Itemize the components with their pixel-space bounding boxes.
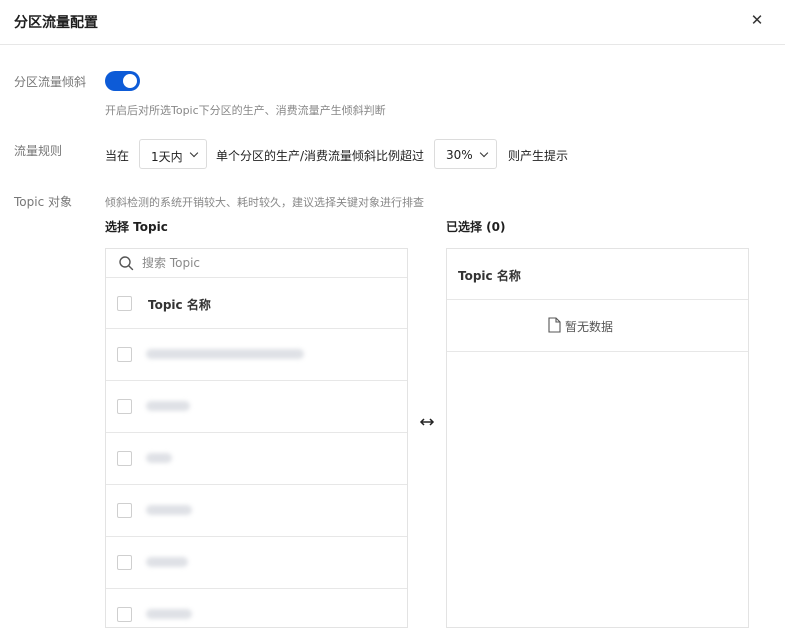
row-checkbox[interactable] xyxy=(117,503,132,518)
skew-hint: 开启后对所选Topic下分区的生产、消费流量产生倾斜判断 xyxy=(105,104,386,117)
file-icon xyxy=(548,317,561,333)
search-row xyxy=(106,249,407,278)
close-icon: ✕ xyxy=(750,11,764,29)
table-row[interactable] xyxy=(106,485,407,537)
blurred-topic-name xyxy=(146,453,172,463)
row-checkbox[interactable] xyxy=(117,451,132,466)
blurred-topic-name xyxy=(146,401,190,411)
search-icon xyxy=(119,256,134,271)
blurred-topic-name xyxy=(146,349,304,359)
blurred-topic-name xyxy=(146,609,192,619)
blurred-topic-name xyxy=(146,505,192,515)
rule-prefix: 当在 xyxy=(105,149,130,163)
topic-hint: 倾斜检测的系统开销较大、耗时较久，建议选择关键对象进行排查 xyxy=(105,196,424,209)
close-button[interactable]: ✕ xyxy=(747,10,767,30)
table-row[interactable] xyxy=(106,329,407,381)
table-row[interactable] xyxy=(106,381,407,433)
table-row[interactable] xyxy=(106,589,407,627)
period-select[interactable]: 1天内 xyxy=(139,139,207,169)
column-header-topic-name: Topic 名称 xyxy=(148,298,211,312)
empty-state-content: 暂无数据 xyxy=(548,317,614,335)
toggle-knob xyxy=(123,74,137,88)
skew-label: 分区流量倾斜 xyxy=(14,75,87,89)
skew-toggle[interactable] xyxy=(105,71,140,91)
empty-state: 暂无数据 xyxy=(447,300,748,352)
table-row[interactable] xyxy=(106,433,407,485)
empty-state-text: 暂无数据 xyxy=(565,320,614,334)
selected-table-header-row: Topic 名称 xyxy=(447,249,748,300)
table-header-row: Topic 名称 xyxy=(106,278,407,329)
dialog-header: 分区流量配置 ✕ xyxy=(0,0,785,45)
topic-label: Topic 对象 xyxy=(14,195,72,209)
select-all-checkbox[interactable] xyxy=(117,296,132,311)
row-checkbox[interactable] xyxy=(117,607,132,622)
ratio-select-value: 30% xyxy=(446,148,473,162)
topic-selected-panel: Topic 名称 暂无数据 xyxy=(446,248,749,628)
dialog-title: 分区流量配置 xyxy=(14,15,98,31)
selected-column-header-topic-name: Topic 名称 xyxy=(458,269,521,283)
topic-search-input[interactable] xyxy=(142,254,392,272)
blurred-topic-name xyxy=(146,557,188,567)
rule-suffix: 则产生提示 xyxy=(508,149,569,163)
transfer-arrows-icon[interactable] xyxy=(418,415,436,429)
chevron-down-icon xyxy=(189,148,199,158)
row-checkbox[interactable] xyxy=(117,347,132,362)
table-row[interactable] xyxy=(106,537,407,589)
rule-middle-text: 单个分区的生产/消费流量倾斜比例超过 xyxy=(216,149,425,163)
right-panel-title: 已选择 (0) xyxy=(446,220,506,234)
chevron-down-icon xyxy=(479,148,489,158)
left-panel-title: 选择 Topic xyxy=(105,220,168,234)
topic-source-panel: Topic 名称 xyxy=(105,248,408,628)
row-checkbox[interactable] xyxy=(117,399,132,414)
row-checkbox[interactable] xyxy=(117,555,132,570)
rule-label: 流量规则 xyxy=(14,144,63,158)
period-select-value: 1天内 xyxy=(151,150,183,164)
ratio-select[interactable]: 30% xyxy=(434,139,497,169)
